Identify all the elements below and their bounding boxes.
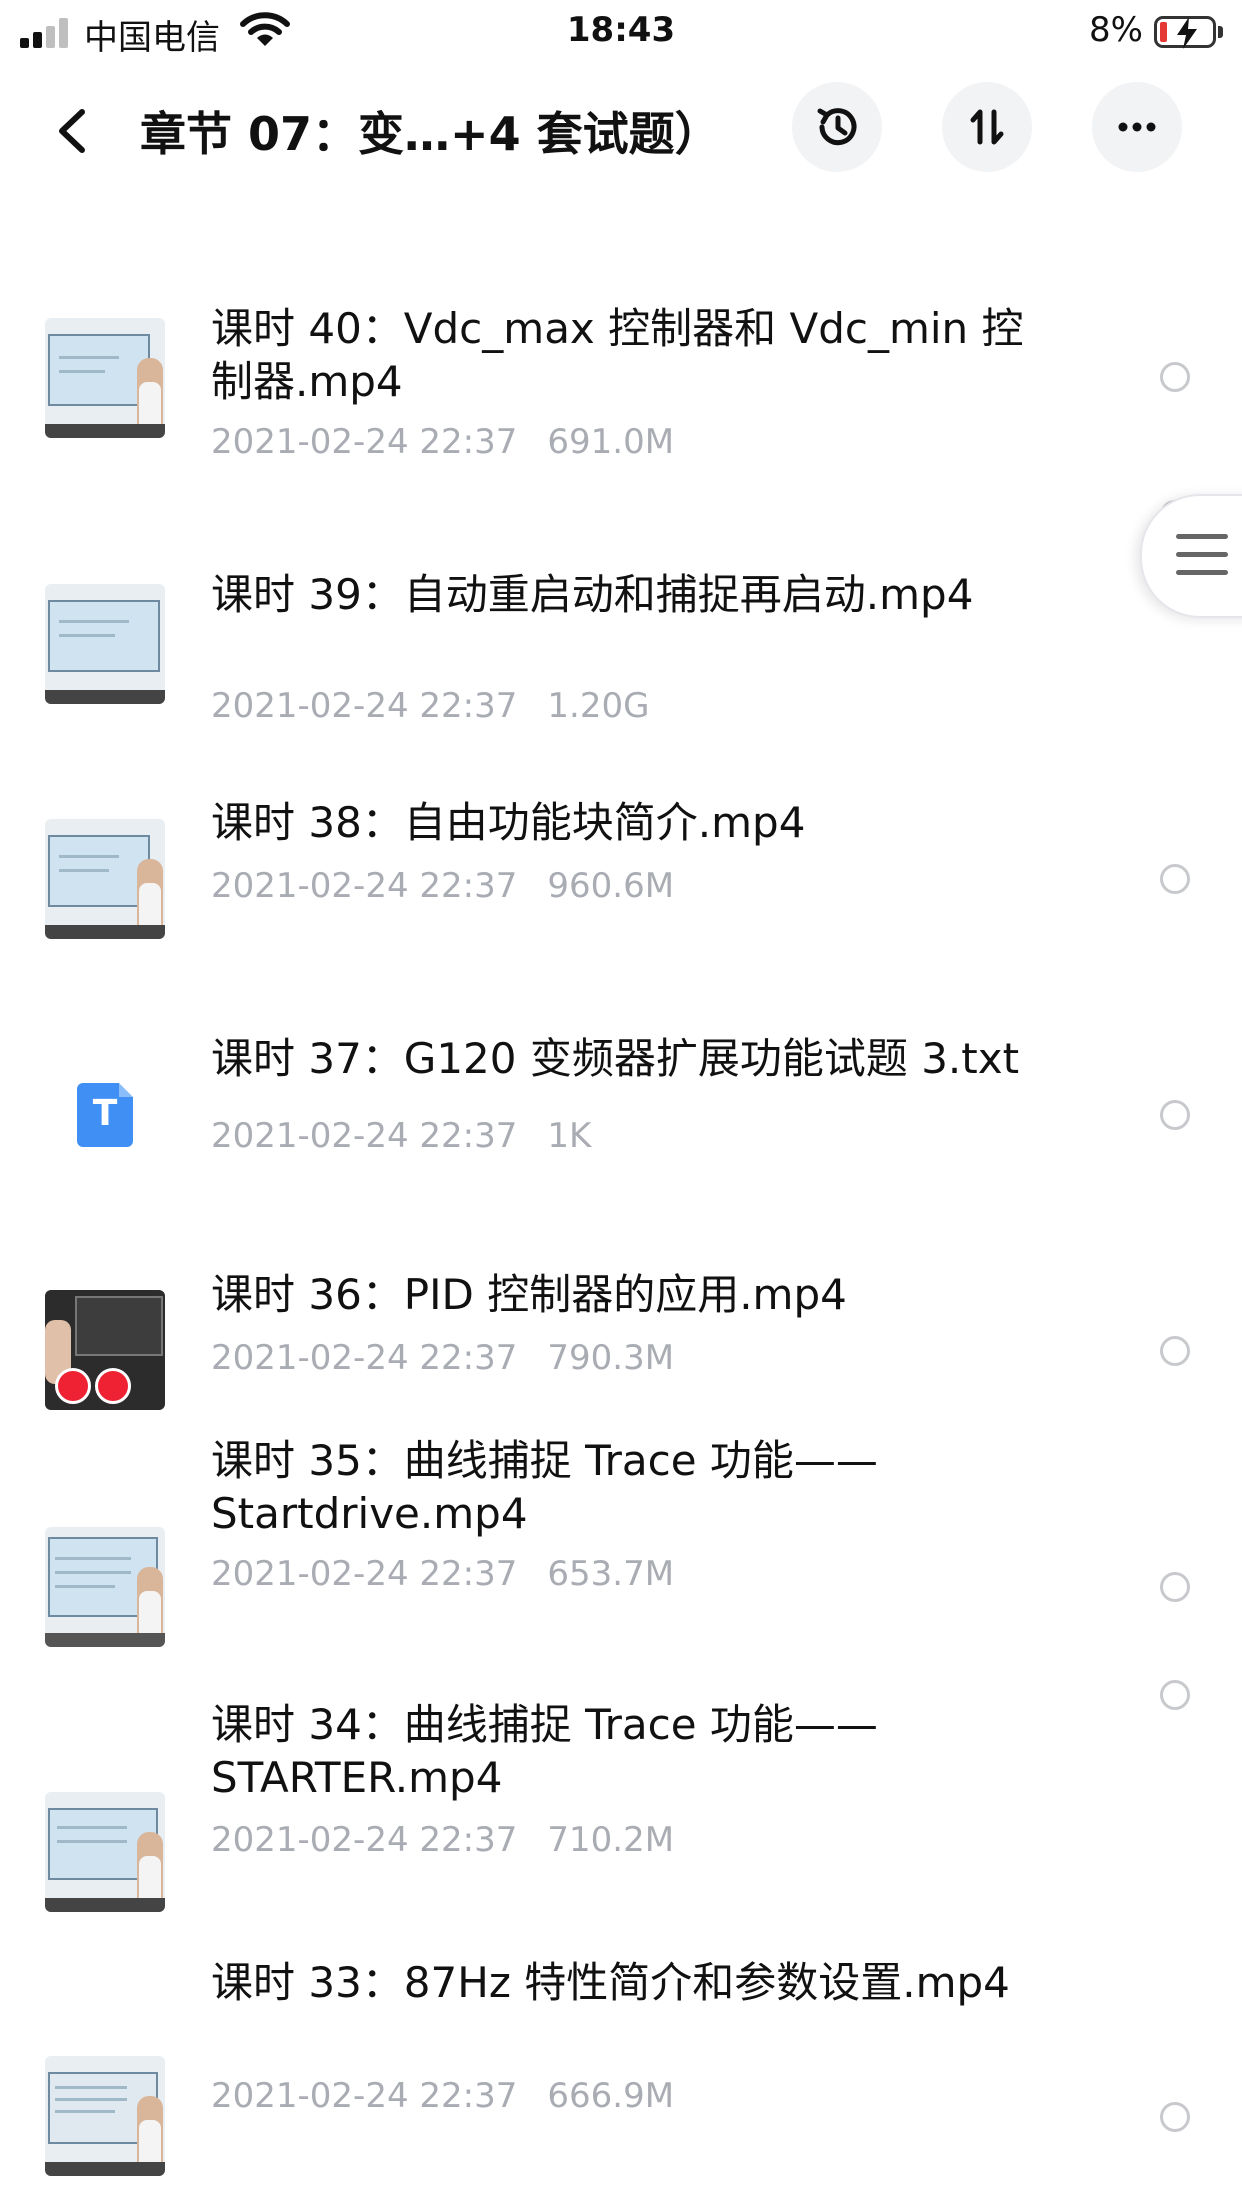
sort-icon [970,109,1004,145]
list-item[interactable]: 课时 34：曲线捕捉 Trace 功能——STARTER.mp4 2021-02… [0,1680,1242,1916]
file-name: 课时 39：自动重启动和捕捉再启动.mp4 [211,570,974,619]
battery-tip [1218,26,1223,38]
video-thumbnail [45,819,165,939]
battery-percent: 8% [1089,10,1143,50]
list-item[interactable]: 课时 38：自由功能块简介.mp4 2021-02-24 22:37 960.6M [0,736,1242,972]
file-size: 1K [547,1116,592,1156]
file-meta: 2021-02-24 22:37 691.0M [211,422,674,462]
video-thumbnail [45,584,165,704]
video-thumbnail [45,318,165,438]
file-size: 666.9M [547,2076,675,2116]
file-name: 课时 34：曲线捕捉 Trace 功能——STARTER.mp4 [211,1700,878,1802]
clock: 18:43 [566,10,676,50]
file-meta: 2021-02-24 22:37 666.9M [211,2076,674,2116]
file-meta: 2021-02-24 22:37 1K [211,1116,591,1156]
file-name: 课时 37：G120 变频器扩展功能试题 3.txt [211,1034,1020,1083]
list-item[interactable]: 课时 35：曲线捕捉 Trace 功能——Startdrive.mp4 2021… [0,1436,1242,1680]
video-thumbnail [45,1527,165,1647]
more-button[interactable] [1092,82,1182,172]
page-title: 章节 07：变…+4 套试题） [140,107,721,161]
file-meta: 2021-02-24 22:37 960.6M [211,866,674,906]
file-date: 2021-02-24 22:37 [211,1116,518,1156]
list-item[interactable]: T 课时 37：G120 变频器扩展功能试题 3.txt 2021-02-24 … [0,972,1242,1208]
select-radio[interactable] [1160,1336,1190,1366]
video-thumbnail [45,1792,165,1912]
list-item[interactable]: 课时 36：PID 控制器的应用.mp4 2021-02-24 22:37 790… [0,1208,1242,1444]
status-bar: 中国电信 18:43 8% [0,0,1242,62]
file-name: 课时 35：曲线捕捉 Trace 功能——Startdrive.mp4 [211,1436,878,1538]
file-date: 2021-02-24 22:37 [211,1338,518,1378]
more-dots-icon [1118,122,1156,132]
history-icon [817,108,857,146]
header: 章节 07：变…+4 套试题） [0,82,1242,178]
video-thumbnail [45,1290,165,1410]
select-radio[interactable] [1160,1100,1190,1130]
file-meta: 2021-02-24 22:37 653.7M [211,1554,674,1594]
select-radio[interactable] [1160,1680,1190,1710]
chevron-left-icon[interactable] [48,104,98,158]
file-meta: 2021-02-24 22:37 1.20G [211,686,649,726]
file-date: 2021-02-24 22:37 [211,422,518,462]
file-name: 课时 40：Vdc_max 控制器和 Vdc_min 控制器.mp4 [211,304,1024,406]
file-meta: 2021-02-24 22:37 710.2M [211,1820,674,1860]
sort-button[interactable] [942,82,1032,172]
file-size: 710.2M [547,1820,675,1860]
file-meta: 2021-02-24 22:37 790.3M [211,1338,674,1378]
file-date: 2021-02-24 22:37 [211,1820,518,1860]
history-button[interactable] [792,82,882,172]
battery-icon [1154,16,1216,49]
text-file-icon: T [77,1083,133,1147]
file-date: 2021-02-24 22:37 [211,2076,518,2116]
file-name: 课时 33：87Hz 特性简介和参数设置.mp4 [211,1958,1010,2007]
list-item[interactable]: 课时 40：Vdc_max 控制器和 Vdc_min 控制器.mp4 2021-… [0,264,1242,500]
file-date: 2021-02-24 22:37 [211,686,518,726]
file-size: 960.6M [547,866,675,906]
file-date: 2021-02-24 22:37 [211,1554,518,1594]
select-radio[interactable] [1160,2102,1190,2132]
list-item[interactable]: 课时 39：自动重启动和捕捉再启动.mp4 2021-02-24 22:37 1.… [0,500,1242,736]
file-size: 691.0M [547,422,675,462]
file-date: 2021-02-24 22:37 [211,866,518,906]
list-item[interactable]: 课时 33：87Hz 特性简介和参数设置.mp4 2021-02-24 22:3… [0,1916,1242,2176]
select-radio[interactable] [1160,864,1190,894]
video-thumbnail [45,2056,165,2176]
select-radio[interactable] [1160,362,1190,392]
file-name: 课时 36：PID 控制器的应用.mp4 [211,1270,847,1319]
file-size: 653.7M [547,1554,675,1594]
select-radio[interactable] [1160,1572,1190,1602]
file-size: 1.20G [547,686,650,726]
file-name: 课时 38：自由功能块简介.mp4 [211,798,806,847]
file-size: 790.3M [547,1338,675,1378]
